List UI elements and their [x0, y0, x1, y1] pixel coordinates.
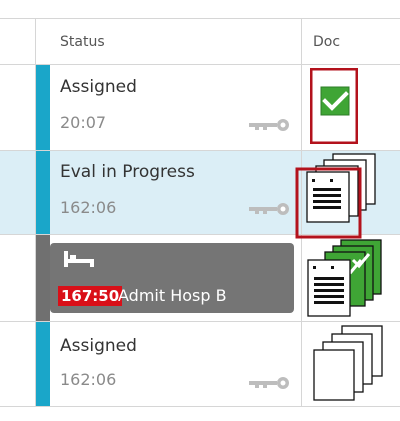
key-icon: [249, 203, 291, 215]
key-icon: [249, 119, 291, 131]
header-bottom-border: [0, 64, 400, 65]
admit-destination-text: Admit Hosp B: [118, 286, 227, 305]
check-document-icon[interactable]: [310, 68, 358, 144]
column-header-doc[interactable]: Doc: [313, 34, 340, 50]
status-text: Eval in Progress: [60, 162, 195, 182]
document-stack-icon[interactable]: [305, 238, 385, 320]
status-bar-row-1: [36, 65, 50, 150]
elapsed-time: 162:06: [60, 198, 117, 217]
status-bar-row-3: [36, 235, 50, 321]
status-bar-row-2: [36, 151, 50, 234]
elapsed-time: 162:06: [60, 370, 117, 389]
empty-document-stack-icon[interactable]: [306, 324, 386, 404]
bed-icon: [64, 251, 94, 271]
document-stack-icon[interactable]: [294, 152, 386, 240]
top-border: [0, 18, 400, 19]
row-3-bottom-border: [0, 321, 400, 322]
status-bar-row-4: [36, 322, 50, 406]
elapsed-time-badge: 167:50: [58, 286, 123, 306]
status-text: Assigned: [60, 77, 137, 97]
column-header-status[interactable]: Status: [60, 34, 105, 50]
status-text: Assigned: [60, 336, 137, 356]
elapsed-time: 20:07: [60, 113, 107, 132]
table-bottom-border: [0, 406, 400, 407]
key-icon: [249, 377, 291, 389]
